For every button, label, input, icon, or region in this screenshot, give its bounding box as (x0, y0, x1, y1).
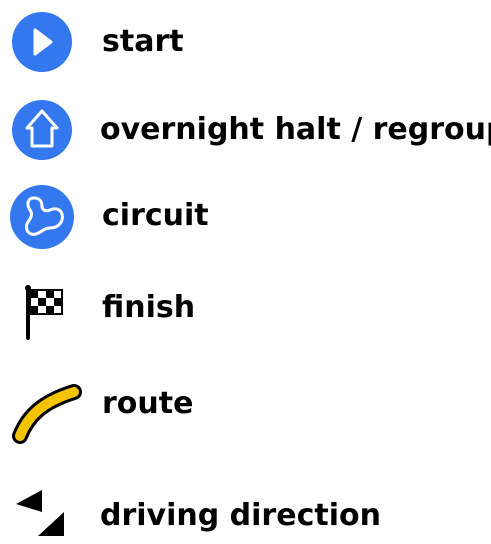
legend-item-circuit: circuit (0, 184, 491, 249)
legend-label-route: route (102, 386, 194, 421)
legend-label-finish: finish (102, 290, 196, 325)
route-icon (12, 384, 82, 444)
legend-item-driving-direction: driving direction (0, 484, 491, 544)
legend-label-circuit: circuit (102, 198, 209, 233)
legend-item-start: start (0, 12, 491, 72)
legend-item-finish: finish (0, 282, 491, 342)
legend-item-route: route (0, 376, 491, 444)
driving-direction-icon (16, 490, 64, 536)
legend-label-driving-direction: driving direction (100, 498, 381, 533)
legend-label-start: start (102, 24, 184, 59)
overnight-halt-icon (12, 100, 72, 160)
circuit-icon (10, 185, 74, 249)
legend-item-overnight-halt: overnight halt / regroup (0, 98, 491, 160)
start-icon (12, 12, 72, 72)
finish-flag-icon (25, 285, 63, 340)
legend-label-overnight-halt: overnight halt / regroup (100, 112, 491, 147)
